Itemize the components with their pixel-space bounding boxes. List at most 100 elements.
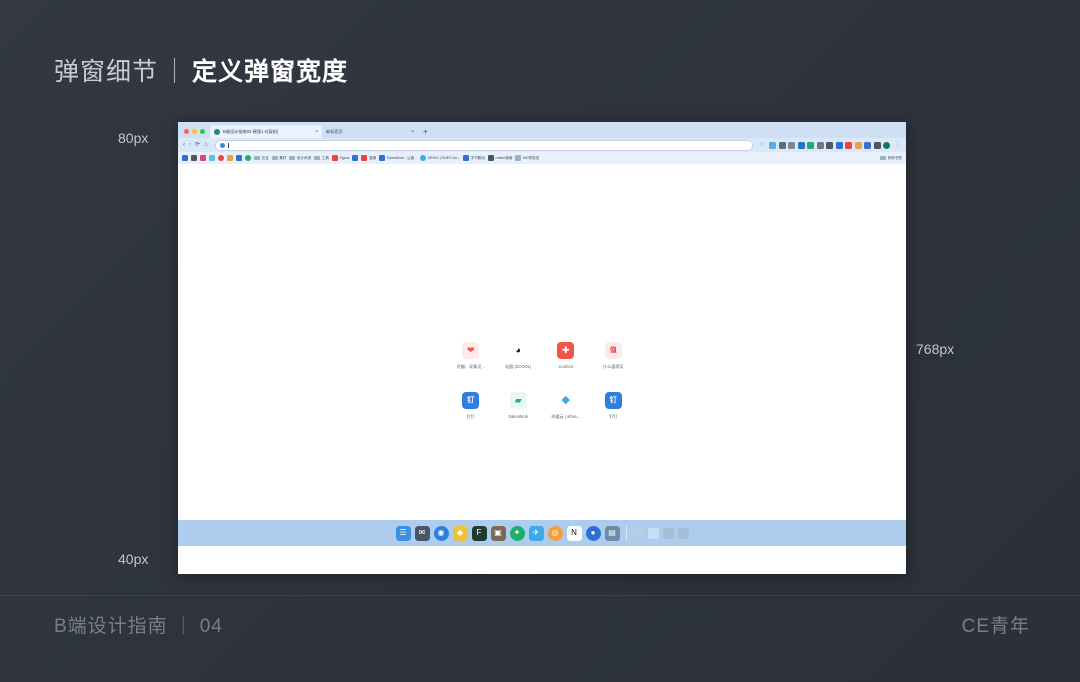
translate-extension-icon[interactable] <box>769 141 776 149</box>
downloads-dock-icon[interactable] <box>662 527 674 539</box>
bookmark-favicon-icon <box>218 155 224 161</box>
bookmark-md-nav[interactable]: MD导航页 <box>515 155 539 161</box>
browser-menu-icon[interactable]: ⋮ <box>894 142 901 148</box>
finder-dock-icon[interactable]: ☰ <box>395 525 411 541</box>
other-bookmarks-button[interactable]: 其他书签 <box>880 156 902 161</box>
grid-extension-icon[interactable] <box>797 141 805 149</box>
bookmark-item[interactable] <box>218 155 224 161</box>
browser-extensions-row <box>769 141 890 149</box>
shortcut-zcool[interactable]: ◕ 站酷 (ZCOOL) <box>495 342 543 370</box>
bookmark-figma[interactable]: Figma <box>331 155 349 161</box>
folder-dock-icon[interactable] <box>647 527 659 539</box>
leaf-extension-icon[interactable] <box>807 141 814 149</box>
bookmark-label: DEMO | DNES De... <box>427 156 461 160</box>
bookmark-folder-interaction[interactable]: 交互 <box>254 156 269 161</box>
bookmark-folder-design-system[interactable]: 设计系统 <box>289 156 311 161</box>
shortcut-smzdm[interactable]: 值 什么值得买 <box>590 342 638 370</box>
saleswork-favicon-icon <box>379 155 386 161</box>
browser-dock-icon[interactable]: ◎ <box>547 525 563 541</box>
dingtalk-app-icon-2: 钉 <box>604 392 622 409</box>
shortcut-dingtalk[interactable]: 钉 钉钉 <box>447 392 495 420</box>
script-extension-icon[interactable] <box>788 141 795 149</box>
shortcut-label: 明道云 | aPaa... <box>551 414 581 419</box>
bookmark-folder-tools[interactable]: 工具 <box>314 156 329 161</box>
bookmark-notion-guide[interactable]: notion指南 <box>487 155 512 161</box>
maximize-window-icon[interactable] <box>200 129 205 134</box>
y-extension-icon[interactable] <box>864 141 871 149</box>
address-bar[interactable] <box>214 139 753 151</box>
bookmark-item[interactable] <box>245 155 251 161</box>
bookmark-favicon-icon <box>227 155 233 161</box>
minimize-window-icon[interactable] <box>192 129 197 134</box>
footer-page-number: 04 <box>199 616 223 637</box>
bookmark-star-icon[interactable]: ☆ <box>760 142 765 148</box>
home-icon[interactable]: ⌂ <box>204 142 208 148</box>
pin-extension-icon[interactable] <box>873 141 881 149</box>
bookmarks-bar: 交互 素材 设计系统 工具 Figma 蓝湖 SalesWork - 让客...… <box>178 152 906 164</box>
bookmark-favicon-icon <box>209 155 215 161</box>
bookmark-item[interactable] <box>200 155 206 161</box>
shortcut-dingtalk-2[interactable]: 钉 钉钉 <box>590 392 638 420</box>
forward-icon[interactable]: › <box>189 142 191 148</box>
record-extension-icon[interactable] <box>845 141 852 149</box>
folder-icon <box>254 155 260 161</box>
slide-canvas: 弹窗细节｜定义弹窗宽度 80px 40px 768px B端设计指南03·模版1… <box>0 0 1080 682</box>
bookmark-item[interactable] <box>191 155 197 161</box>
telegram-dock-icon[interactable]: ✈ <box>528 525 544 541</box>
shortcut-label: SalesWork <box>508 414 529 419</box>
bookmark-saleswork[interactable]: SalesWork - 让客... <box>379 155 417 161</box>
files-dock-icon[interactable]: ▤ <box>604 525 620 541</box>
shortcut-iconfont[interactable]: ✚ iconfont <box>542 342 590 370</box>
bookmark-label: 素材 <box>279 155 287 160</box>
heart-app-icon: ❤ <box>462 342 480 359</box>
reload-icon[interactable]: ⟳ <box>195 142 200 148</box>
messages-dock-icon[interactable]: ✦ <box>509 525 525 541</box>
notion-dock-icon[interactable]: N <box>566 525 582 541</box>
trash-dock-icon[interactable] <box>677 527 689 539</box>
profile-avatar[interactable] <box>883 141 890 149</box>
close-tab-icon[interactable]: × <box>315 129 318 135</box>
bookmark-demo-dnes[interactable]: DEMO | DNES De... <box>420 155 460 161</box>
shortcut-huaban[interactable]: ❤ 花瓣、采集灵... <box>447 342 495 370</box>
bookmark-folder-materials[interactable]: 素材 <box>271 155 287 161</box>
bookmark-label: 字节跳动 <box>470 155 485 160</box>
page-title-primary: 弹窗细节 <box>54 58 159 86</box>
bytedance-favicon-icon <box>463 155 470 161</box>
xmind-extension-icon[interactable] <box>826 141 833 149</box>
bookmark-favicon-icon <box>245 155 251 161</box>
sketch-dock-icon[interactable]: ◆ <box>452 525 468 541</box>
bookmark-item[interactable] <box>236 155 242 161</box>
shortcut-label: iconfont <box>558 364 573 369</box>
bookmark-item[interactable] <box>227 155 233 161</box>
browser-tab-active[interactable]: B端设计指南03·模版1.0(复制) × <box>210 125 322 138</box>
calendar-extension-icon[interactable] <box>835 141 843 149</box>
mail-dock-icon[interactable]: ✉ <box>414 525 430 541</box>
shortcut-saleswork[interactable]: ▰ SalesWork <box>495 392 543 420</box>
bookmark-favicon-icon <box>191 155 197 161</box>
shortcut-label: 钉钉 <box>609 414 618 419</box>
bookmark-lanhu[interactable]: 蓝湖 <box>361 155 376 161</box>
download-extension-icon[interactable] <box>854 141 862 149</box>
new-tab-button[interactable]: + <box>418 128 433 138</box>
clock-extension-icon[interactable] <box>778 141 786 149</box>
close-window-icon[interactable] <box>184 129 189 134</box>
bookmark-item[interactable] <box>209 155 215 161</box>
back-icon[interactable]: ‹ <box>183 142 185 148</box>
close-tab-icon[interactable]: × <box>411 129 414 135</box>
bookmark-item[interactable] <box>352 155 359 161</box>
photos-dock-icon[interactable]: ▣ <box>490 525 506 541</box>
chrome-dock-icon[interactable]: ◉ <box>433 525 449 541</box>
lock-dock-icon[interactable] <box>632 527 644 539</box>
saleswork-app-icon: ▰ <box>509 392 527 409</box>
shortcut-grid: ❤ 花瓣、采集灵... ◕ 站酷 (ZCOOL) ✚ iconfont 值 什么… <box>447 342 637 420</box>
shortcut-mingdao[interactable]: ◆ 明道云 | aPaa... <box>542 392 590 420</box>
browser-tab-inactive[interactable]: 新标签页 × <box>322 125 418 138</box>
figma-dock-icon[interactable]: F <box>471 525 487 541</box>
zcool-dock-icon[interactable]: ● <box>585 525 601 541</box>
bookmark-favicon-icon <box>236 155 242 161</box>
bookmark-bytedance[interactable]: 字节跳动 <box>463 155 485 161</box>
camera-extension-icon[interactable] <box>816 141 824 149</box>
dock-separator <box>625 526 627 540</box>
bookmark-item[interactable] <box>182 155 188 161</box>
measurement-right-label: 768px <box>916 341 955 357</box>
